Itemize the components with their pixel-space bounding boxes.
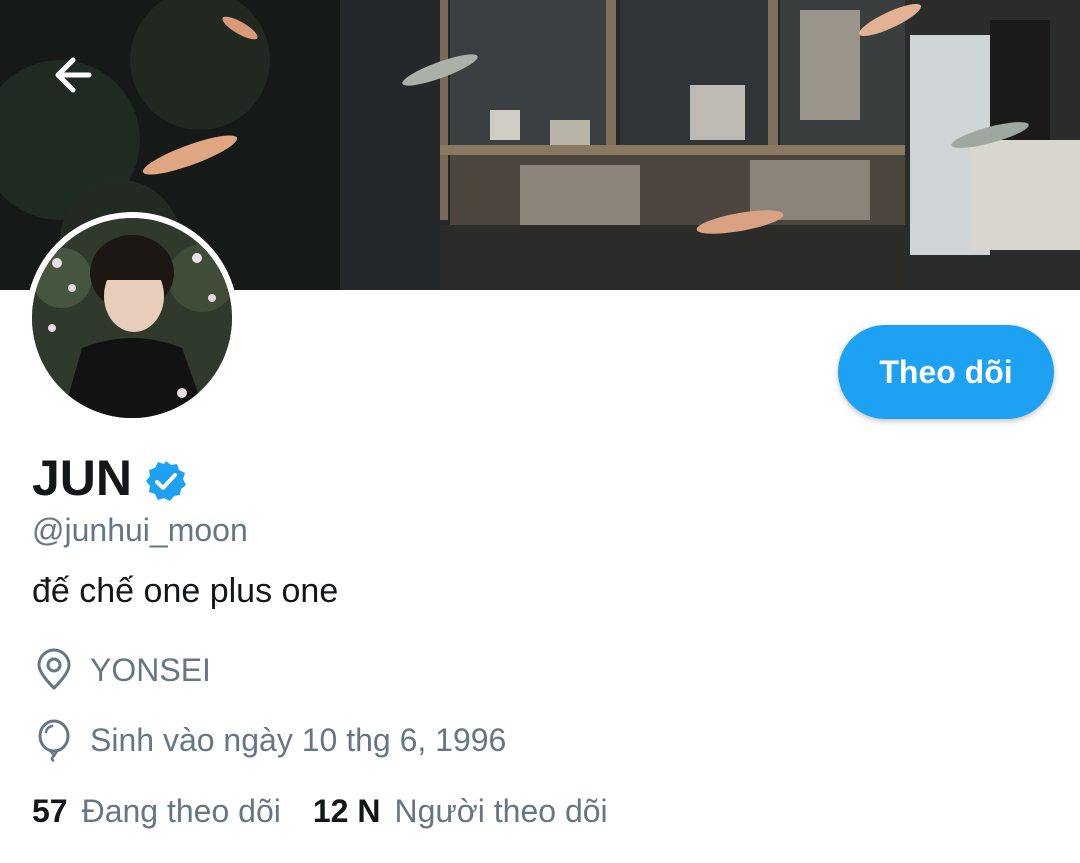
follow-button[interactable]: Theo dõi: [838, 325, 1054, 419]
birthday-text: Sinh vào ngày 10 thg 6, 1996: [90, 722, 507, 758]
avatar-image: [32, 218, 232, 418]
verified-badge-icon: [144, 456, 188, 501]
following-stat[interactable]: 57 Đang theo dõi: [32, 790, 281, 832]
balloon-icon: [32, 718, 76, 762]
following-label: Đang theo dõi: [81, 793, 281, 829]
arrow-left-icon: [55, 57, 92, 93]
followers-stat[interactable]: 12 N Người theo dõi: [313, 790, 608, 832]
following-count: 57: [32, 793, 68, 829]
birthday-row: Sinh vào ngày 10 thg 6, 1996: [32, 718, 506, 762]
location-row: YONSEI: [32, 648, 211, 692]
display-name-row: JUN: [32, 448, 188, 508]
handle: @junhui_moon: [32, 512, 248, 548]
followers-count: 12 N: [312, 793, 381, 829]
location-text: YONSEI: [90, 652, 211, 688]
location-pin-icon: [32, 648, 76, 692]
follow-stats: 57 Đang theo dõi 12 N Người theo dõi: [32, 790, 640, 832]
profile-avatar[interactable]: [26, 212, 238, 424]
display-name: JUN: [32, 450, 133, 506]
back-button[interactable]: [40, 42, 106, 108]
bio: đế chế one plus one: [32, 572, 339, 610]
followers-label: Người theo dõi: [394, 793, 608, 829]
